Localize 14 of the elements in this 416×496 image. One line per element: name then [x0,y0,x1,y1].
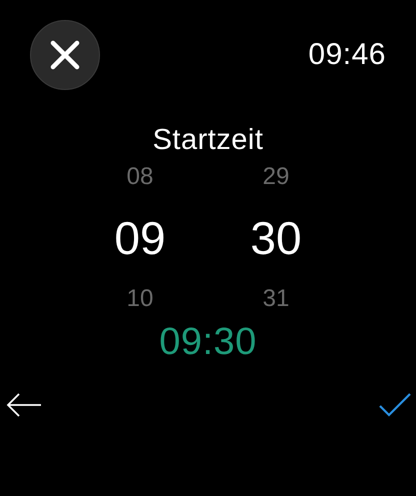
picker-value[interactable]: 29 [262,163,290,191]
back-arrow-icon [6,393,42,417]
picker-value[interactable]: 10 [126,285,154,313]
back-button[interactable] [6,393,42,417]
clock-time: 09:46 [308,38,386,72]
close-icon [50,40,80,70]
picker-value[interactable]: 08 [126,163,154,191]
selected-value[interactable]: 30 [250,203,302,273]
confirm-button[interactable] [378,392,412,418]
screen-title: Startzeit [152,124,264,157]
selected-value[interactable]: 09 [114,203,166,273]
checkmark-icon [378,392,412,418]
selected-time: 09:30 [159,321,257,364]
picker-value[interactable]: 31 [262,285,290,313]
